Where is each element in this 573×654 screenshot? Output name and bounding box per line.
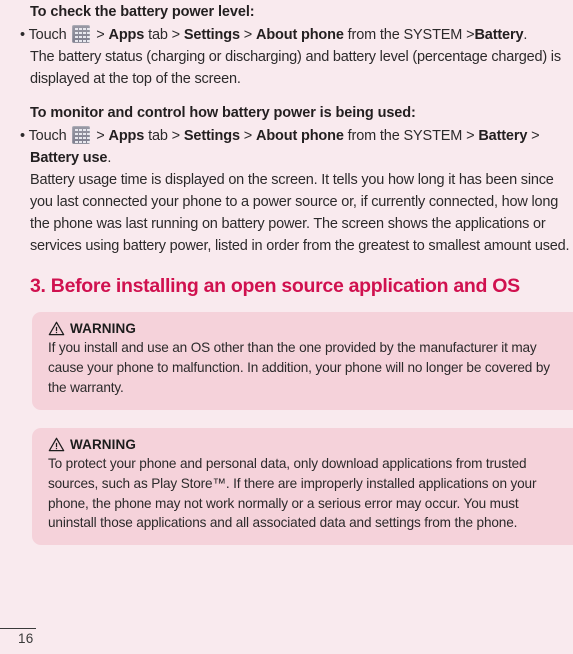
section-b-paragraph: Battery usage time is displayed on the s… xyxy=(30,171,570,255)
warning-body: To protect your phone and personal data,… xyxy=(48,455,537,531)
about-phone-label: About phone xyxy=(256,127,344,144)
battery-use-label: Battery use xyxy=(30,149,108,166)
apps-label: Apps xyxy=(108,127,145,144)
section-a-paragraph: The battery status (charging or discharg… xyxy=(30,48,561,87)
about-phone-label: About phone xyxy=(256,26,344,43)
warning-box: WARNING To protect your phone and person… xyxy=(32,427,573,546)
warning-title: WARNING xyxy=(70,436,136,452)
bullet-dot: • xyxy=(20,127,25,144)
warning-box: WARNING If you install and use an OS oth… xyxy=(32,312,573,410)
page-content: To check the battery power level: • Touc… xyxy=(0,0,573,546)
separator-3: > xyxy=(243,26,253,43)
apps-grid-icon[interactable] xyxy=(72,125,91,144)
warning-header: WARNING xyxy=(48,321,563,336)
from-system-label: from the SYSTEM xyxy=(347,26,463,43)
section-b-heading: To monitor and control how battery power… xyxy=(30,104,416,121)
page-number: 16 xyxy=(18,631,34,646)
section-b-bullet: • Touch > Apps tab > Settings > About ph… xyxy=(0,124,573,169)
section-a-bullet: • Touch > Apps tab > Settings > About ph… xyxy=(0,23,573,46)
touch-label: Touch xyxy=(28,26,67,43)
tab-label: tab xyxy=(148,127,168,144)
battery-label: Battery xyxy=(478,127,528,144)
warning-triangle-icon xyxy=(48,437,65,452)
touch-label: Touch xyxy=(28,127,67,144)
separator-4: > xyxy=(466,127,475,144)
separator-2: > xyxy=(171,127,180,144)
from-system-label: from the SYSTEM xyxy=(347,127,463,144)
page-footer: 16 xyxy=(0,628,120,646)
separator-1: > xyxy=(96,127,105,144)
manual-page: To check the battery power level: • Touc… xyxy=(0,0,573,654)
separator-3: > xyxy=(243,127,253,144)
warning-body: If you install and use an OS other than … xyxy=(48,340,550,395)
tab-label: tab xyxy=(148,26,168,43)
warning-triangle-icon xyxy=(48,321,65,336)
separator-1: > xyxy=(96,26,105,43)
warning-header: WARNING xyxy=(48,437,563,452)
separator-2: > xyxy=(171,26,180,43)
separator-5: > xyxy=(531,127,540,144)
section-a-heading: To check the battery power level: xyxy=(30,4,255,20)
bullet-period: . xyxy=(523,26,528,43)
settings-label: Settings xyxy=(183,26,240,43)
apps-grid-icon[interactable] xyxy=(72,24,91,43)
apps-label: Apps xyxy=(108,26,145,43)
page-section-title: 3. Before installing an open source appl… xyxy=(30,275,520,298)
battery-label: Battery xyxy=(474,26,524,43)
footer-divider xyxy=(0,628,36,629)
bullet-period: . xyxy=(107,149,112,166)
settings-label: Settings xyxy=(183,127,240,144)
bullet-dot: • xyxy=(20,26,25,43)
warning-title: WARNING xyxy=(70,321,136,337)
